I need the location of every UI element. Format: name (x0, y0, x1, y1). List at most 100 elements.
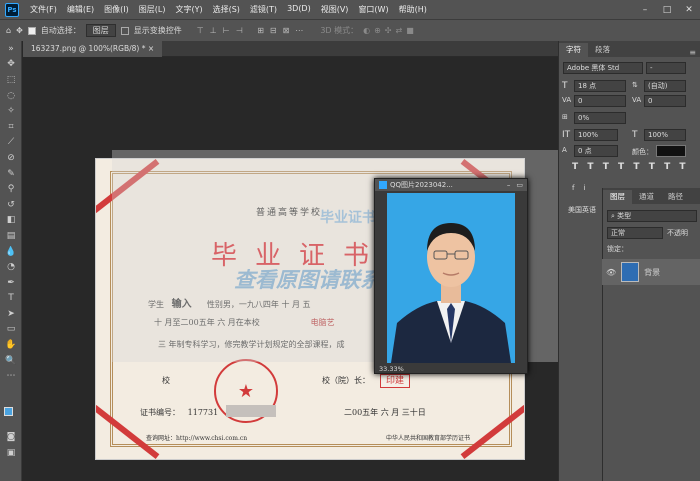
photo-zoom-level: 33.33% (379, 365, 404, 373)
kerning-icon: VA (562, 96, 572, 104)
character-panel-tabs: 字符 段落 ≡ (559, 41, 700, 57)
id-photo (387, 193, 515, 363)
horizontal-scale-field[interactable]: 100% (644, 129, 686, 141)
layer-row[interactable]: 👁 背景 (602, 259, 700, 285)
window-controls: – □ ✕ (634, 5, 700, 15)
quick-mask-icon[interactable]: ◙ (0, 429, 22, 445)
menu-item[interactable]: 选择(S) (208, 4, 245, 15)
zoom-tool-icon[interactable]: 🔍 (0, 353, 22, 369)
3d-mode-label: 3D 模式： (320, 26, 359, 35)
menu-item[interactable]: 视图(V) (316, 4, 354, 15)
faux-style-buttons[interactable]: TTTTTTTT (572, 162, 695, 172)
crop-tool-icon[interactable]: ⌗ (0, 119, 22, 135)
panel-menu-icon[interactable]: ≡ (689, 48, 700, 57)
opacity-label: 不透明 (667, 229, 688, 237)
lasso-tool-icon[interactable]: ◌ (0, 88, 22, 104)
auto-select-label: 自动选择： (40, 26, 81, 35)
baseline-field[interactable]: 0 点 (574, 145, 618, 157)
menu-item[interactable]: 图层(L) (134, 4, 171, 15)
restore-icon[interactable]: ▭ (516, 181, 523, 189)
cert-no: 117731 (187, 408, 219, 417)
history-brush-icon[interactable]: ↺ (0, 197, 22, 213)
layers-panel: 图层 通道 路径 ⌕ 类型 正常 不透明 锁定： (602, 188, 700, 481)
vertical-scale-icon: IT (562, 130, 571, 140)
layer-thumbnail (621, 262, 640, 282)
path-select-icon[interactable]: ➤ (0, 306, 22, 322)
issue-date: 二00五年 六 月 三十日 (344, 408, 426, 417)
president-label: 校（院）长： (322, 376, 370, 385)
align-icons[interactable]: ⊤⊥⊢⊣ ⊞⊟⊠⋯ (197, 26, 310, 35)
minimize-icon[interactable]: – (507, 181, 511, 189)
pen-tool-icon[interactable]: ✒ (0, 275, 22, 291)
blur-tool-icon[interactable]: 💧 (0, 244, 22, 260)
ministry-footer: 中华人民共和国教育部学历证书 (386, 435, 471, 442)
maximize-button[interactable]: □ (656, 5, 678, 15)
layers-panel-tabs: 图层 通道 路径 (603, 188, 700, 204)
type-tool-icon[interactable]: T (0, 291, 22, 307)
brush-tool-icon[interactable]: ✎ (0, 166, 22, 182)
layer-name: 背景 (644, 267, 661, 277)
healing-brush-icon[interactable]: ⊘ (0, 150, 22, 166)
dodge-tool-icon[interactable]: ◔ (0, 259, 22, 275)
menu-item[interactable]: 图像(I) (99, 4, 134, 15)
document-tabs: 163237.png @ 100%(RGB/8) * × (23, 41, 558, 57)
redacted-area (226, 405, 276, 417)
screen-mode-icon[interactable]: ▣ (0, 445, 22, 461)
auto-select-dropdown[interactable]: 图层 (85, 24, 116, 37)
opentype-buttons[interactable]: fi (572, 184, 594, 192)
menu-item[interactable]: 文件(F) (25, 4, 62, 15)
blend-mode-select[interactable]: 正常 (607, 227, 663, 239)
eraser-icon[interactable]: ◧ (0, 213, 22, 229)
visibility-eye-icon[interactable]: 👁 (606, 268, 616, 277)
tab-paths[interactable]: 路径 (661, 190, 690, 204)
options-bar: ⌂ ✥ 自动选择： 图层 显示变换控件 ⊤⊥⊢⊣ ⊞⊟⊠⋯ 3D 模式： ◐⊕✣… (0, 19, 700, 41)
menu-item[interactable]: 3D(D) (282, 4, 316, 15)
vertical-scale-field[interactable]: 100% (574, 129, 618, 141)
clone-stamp-icon[interactable]: ⚲ (0, 181, 22, 197)
leading-field[interactable]: (自动) (644, 80, 686, 92)
photo-document-window[interactable]: QQ图片2023042... – ▭ 33.33% (374, 178, 528, 374)
gradient-icon[interactable]: ▤ (0, 228, 22, 244)
photo-window-titlebar[interactable]: QQ图片2023042... – ▭ (375, 179, 527, 191)
text-color-swatch[interactable] (656, 145, 686, 157)
minimize-button[interactable]: – (634, 5, 656, 15)
3d-mode-icons[interactable]: ◐⊕✣⇄■ (363, 26, 418, 35)
tracking-field[interactable]: 0 (644, 95, 686, 107)
show-transform-checkbox[interactable] (120, 26, 129, 35)
font-family-select[interactable]: Adobe 黑体 Std (563, 62, 643, 74)
menu-item[interactable]: 文字(Y) (170, 4, 207, 15)
magic-wand-icon[interactable]: ✧ (0, 103, 22, 119)
tab-paragraph[interactable]: 段落 (588, 43, 617, 57)
tab-channels[interactable]: 通道 (632, 190, 661, 204)
hand-tool-icon[interactable]: ✋ (0, 337, 22, 353)
shape-tool-icon[interactable]: ▭ (0, 322, 22, 338)
baseline-icon: A (562, 146, 567, 154)
collapse-icon[interactable]: » (0, 41, 22, 57)
font-size-field[interactable]: 18 点 (574, 80, 626, 92)
menu-item[interactable]: 帮助(H) (394, 4, 432, 15)
more-tools-icon[interactable]: ⋯ (0, 368, 22, 384)
foreground-color[interactable] (4, 407, 13, 416)
leading-icon: ⇅ (632, 81, 638, 89)
close-button[interactable]: ✕ (678, 5, 700, 15)
document-tab[interactable]: 163237.png @ 100%(RGB/8) * × (23, 41, 163, 57)
kerning-field[interactable]: 0 (574, 95, 626, 107)
tab-character[interactable]: 字符 (559, 43, 588, 57)
home-icon[interactable]: ⌂ (6, 26, 11, 35)
layer-filter-kind[interactable]: ⌕ 类型 (607, 210, 697, 222)
auto-select-checkbox[interactable] (27, 26, 36, 35)
move-tool-icon[interactable]: ✥ (16, 26, 23, 35)
tsume-field[interactable]: 0% (574, 112, 626, 124)
eyedropper-icon[interactable]: ⟋ (0, 135, 22, 151)
tab-layers[interactable]: 图层 (603, 190, 632, 204)
tab-close-icon[interactable]: × (148, 44, 154, 53)
font-style-select[interactable]: - (646, 62, 686, 74)
menu-item[interactable]: 编辑(E) (62, 4, 99, 15)
cert-no-label: 证书编号： (140, 408, 180, 417)
color-label: 颜色： (632, 148, 653, 156)
menu-item[interactable]: 窗口(W) (353, 4, 393, 15)
marquee-tool-icon[interactable]: ⬚ (0, 72, 22, 88)
move-tool-icon[interactable]: ✥ (0, 57, 22, 73)
menu-item[interactable]: 滤镜(T) (245, 4, 282, 15)
language-select[interactable]: 美国英语 (568, 205, 596, 215)
